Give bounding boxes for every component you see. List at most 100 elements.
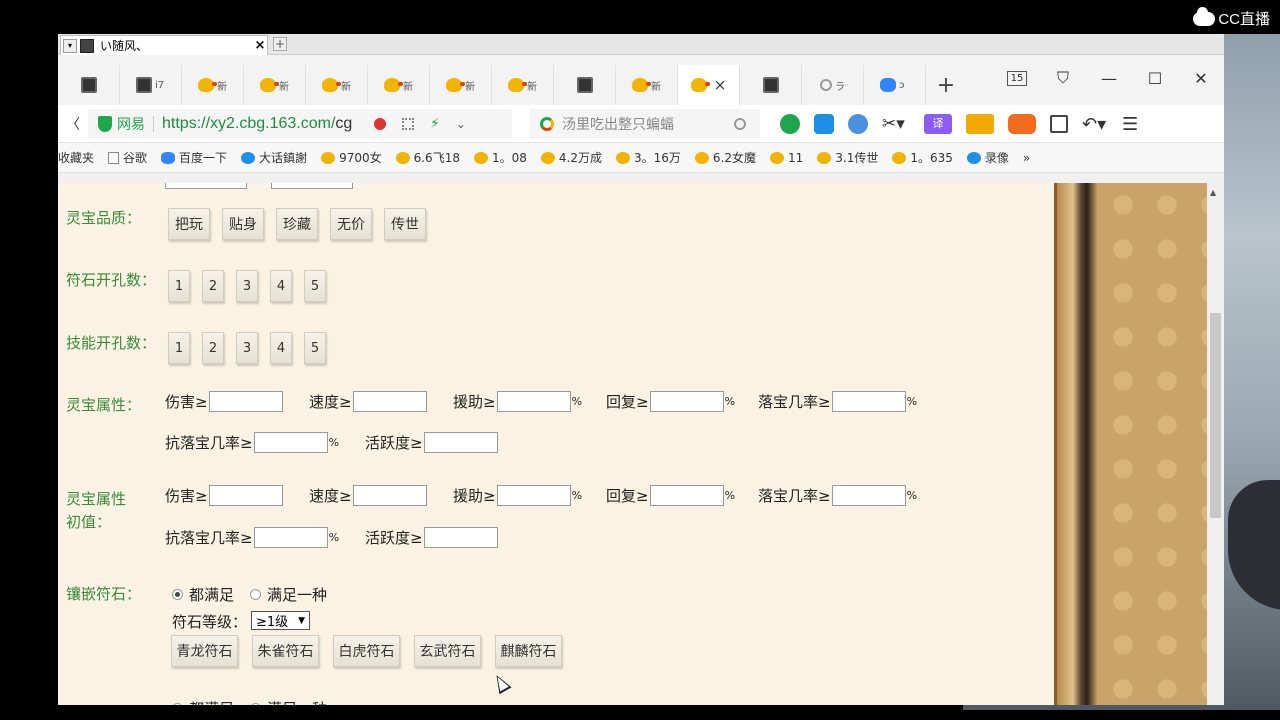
coin-icon[interactable] [966,114,994,134]
scroll-up-icon[interactable]: ▲ [1210,188,1216,197]
rune-button-3[interactable]: 玄武符石 [414,635,481,667]
quality-button-4[interactable]: 传世 [384,208,426,240]
bookmark-item[interactable]: 3.1传世 [817,149,878,166]
tab-12[interactable]: ラ [802,65,864,105]
skill-hole-button-0[interactable]: 1 [168,332,190,364]
rune-hole-button-3[interactable]: 4 [270,270,292,302]
radio-one[interactable]: 满足一种 [250,584,327,605]
tab-count-button[interactable]: 15 [994,63,1040,93]
rune-hole-button-1[interactable]: 2 [202,270,224,302]
tab-8[interactable] [554,65,616,105]
quality-button-0[interactable]: 把玩 [168,208,210,240]
radio-dot-checked[interactable] [172,703,183,705]
add-icon[interactable]: + [273,37,287,51]
bookmark-item[interactable]: 6.2女魔 [694,149,756,166]
tab-1[interactable]: i7 [120,65,182,105]
tab-6[interactable]: 新 [430,65,492,105]
tab-13[interactable]: ɔ [864,65,926,105]
gamepad-icon[interactable] [1008,114,1036,134]
tab-7[interactable]: 新 [492,65,554,105]
radio-all-next[interactable]: 都满足 [172,698,234,705]
rune-button-0[interactable]: 青龙符石 [171,635,238,667]
init-recover-input[interactable] [649,485,724,506]
chevron-down-icon[interactable]: ⌄ [456,117,466,131]
search-icon[interactable] [734,118,746,130]
tab-2[interactable]: 新 [182,65,244,105]
bookmark-item[interactable]: 1。08 [473,149,527,166]
tab-4[interactable]: 新 [306,65,368,105]
quality-button-3[interactable]: 无价 [330,208,372,240]
init-drop-rate-input[interactable] [831,485,906,506]
radio-one-next[interactable]: 满足一种 [250,698,327,705]
back-icon[interactable]: 〈 [58,114,88,134]
bookmark-item[interactable]: 收藏夹 [58,149,94,166]
init-anti-drop-input[interactable] [253,527,328,548]
radio-all[interactable]: 都满足 [172,584,234,605]
tab-10[interactable]: × [678,65,740,105]
scrollbar-thumb[interactable] [1210,313,1221,518]
menu-icon[interactable]: ☰ [1122,114,1142,135]
attr-damage-input[interactable] [208,391,283,412]
skill-hole-button-4[interactable]: 5 [304,332,326,364]
skill-hole-button-1[interactable]: 2 [202,332,224,364]
attr-anti-drop-input[interactable] [253,432,328,453]
tab-0[interactable] [58,65,120,105]
bookmark-item[interactable]: 9700女 [321,149,382,166]
tab-9[interactable]: 新 [616,65,678,105]
bookmark-item[interactable]: 3。16万 [615,149,681,166]
bookmark-item[interactable]: 1。635 [892,149,953,166]
tab-3[interactable]: 新 [244,65,306,105]
rune-button-4[interactable]: 麒麟符石 [495,635,562,667]
skill-hole-button-2[interactable]: 3 [236,332,258,364]
rune-level-select[interactable]: ≥1级 ▼ [251,611,310,630]
bookmark-item[interactable]: 大话鎮謝 [241,149,307,166]
search-engine-icon[interactable] [540,117,554,131]
init-speed-input[interactable] [352,485,427,506]
maximize-button[interactable]: ☐ [1132,63,1178,93]
radio-dot[interactable] [250,589,261,600]
radio-dot[interactable] [250,703,261,705]
rune-hole-button-0[interactable]: 1 [168,270,190,302]
quality-button-1[interactable]: 贴身 [222,208,264,240]
search-input[interactable]: 汤里吃出整只蝙蝠 [530,109,760,139]
bookmark-item[interactable]: » [1023,151,1030,165]
attr-activity-input[interactable] [423,432,498,453]
skill-hole-button-3[interactable]: 4 [270,332,292,364]
scrollbar[interactable]: ▲ [1207,183,1224,705]
new-tab-button[interactable]: + [926,65,966,105]
delta-icon[interactable] [814,114,834,134]
shirt-icon[interactable]: ⛉ [1040,63,1086,93]
bookmark-item[interactable]: 6.6飞18 [395,149,460,166]
dropdown-icon[interactable]: ▾ [63,38,77,53]
undo-icon[interactable]: ↶▾ [1082,114,1108,135]
minus-circle-icon[interactable] [848,114,868,134]
tab-11[interactable] [740,65,802,105]
radio-dot-checked[interactable] [172,589,183,600]
init-activity-input[interactable] [423,527,498,548]
close-icon[interactable]: × [253,38,267,53]
url-input[interactable]: 网易 https://xy2.cbg.163.com/cg ⚡ ⌄ [88,109,512,139]
quality-button-2[interactable]: 珍藏 [276,208,318,240]
green-app-icon[interactable] [780,114,800,134]
rune-button-2[interactable]: 白虎符石 [333,635,400,667]
attr-assist-input[interactable] [496,391,571,412]
rune-hole-button-4[interactable]: 5 [304,270,326,302]
init-damage-input[interactable] [208,485,283,506]
rune-button-1[interactable]: 朱雀符石 [252,635,319,667]
translate-icon[interactable]: 译 [924,114,952,134]
init-assist-input[interactable] [496,485,571,506]
bookmark-item[interactable]: 4.2万成 [540,149,602,166]
close-icon[interactable]: × [714,76,727,94]
bookmark-item[interactable]: 谷歌 [108,149,147,166]
qr-code-icon[interactable] [402,118,414,130]
grid-icon[interactable] [1050,115,1068,133]
tab-5[interactable]: 新 [368,65,430,105]
minimize-button[interactable]: — [1086,63,1132,93]
attr-recover-input[interactable] [649,391,724,412]
rune-hole-button-2[interactable]: 3 [236,270,258,302]
close-window-button[interactable]: ✕ [1178,63,1224,93]
mini-window-tab[interactable]: ▾ い随风、 × [60,35,268,55]
attr-speed-input[interactable] [352,391,427,412]
bolt-icon[interactable]: ⚡ [430,116,440,132]
attr-drop-rate-input[interactable] [831,391,906,412]
